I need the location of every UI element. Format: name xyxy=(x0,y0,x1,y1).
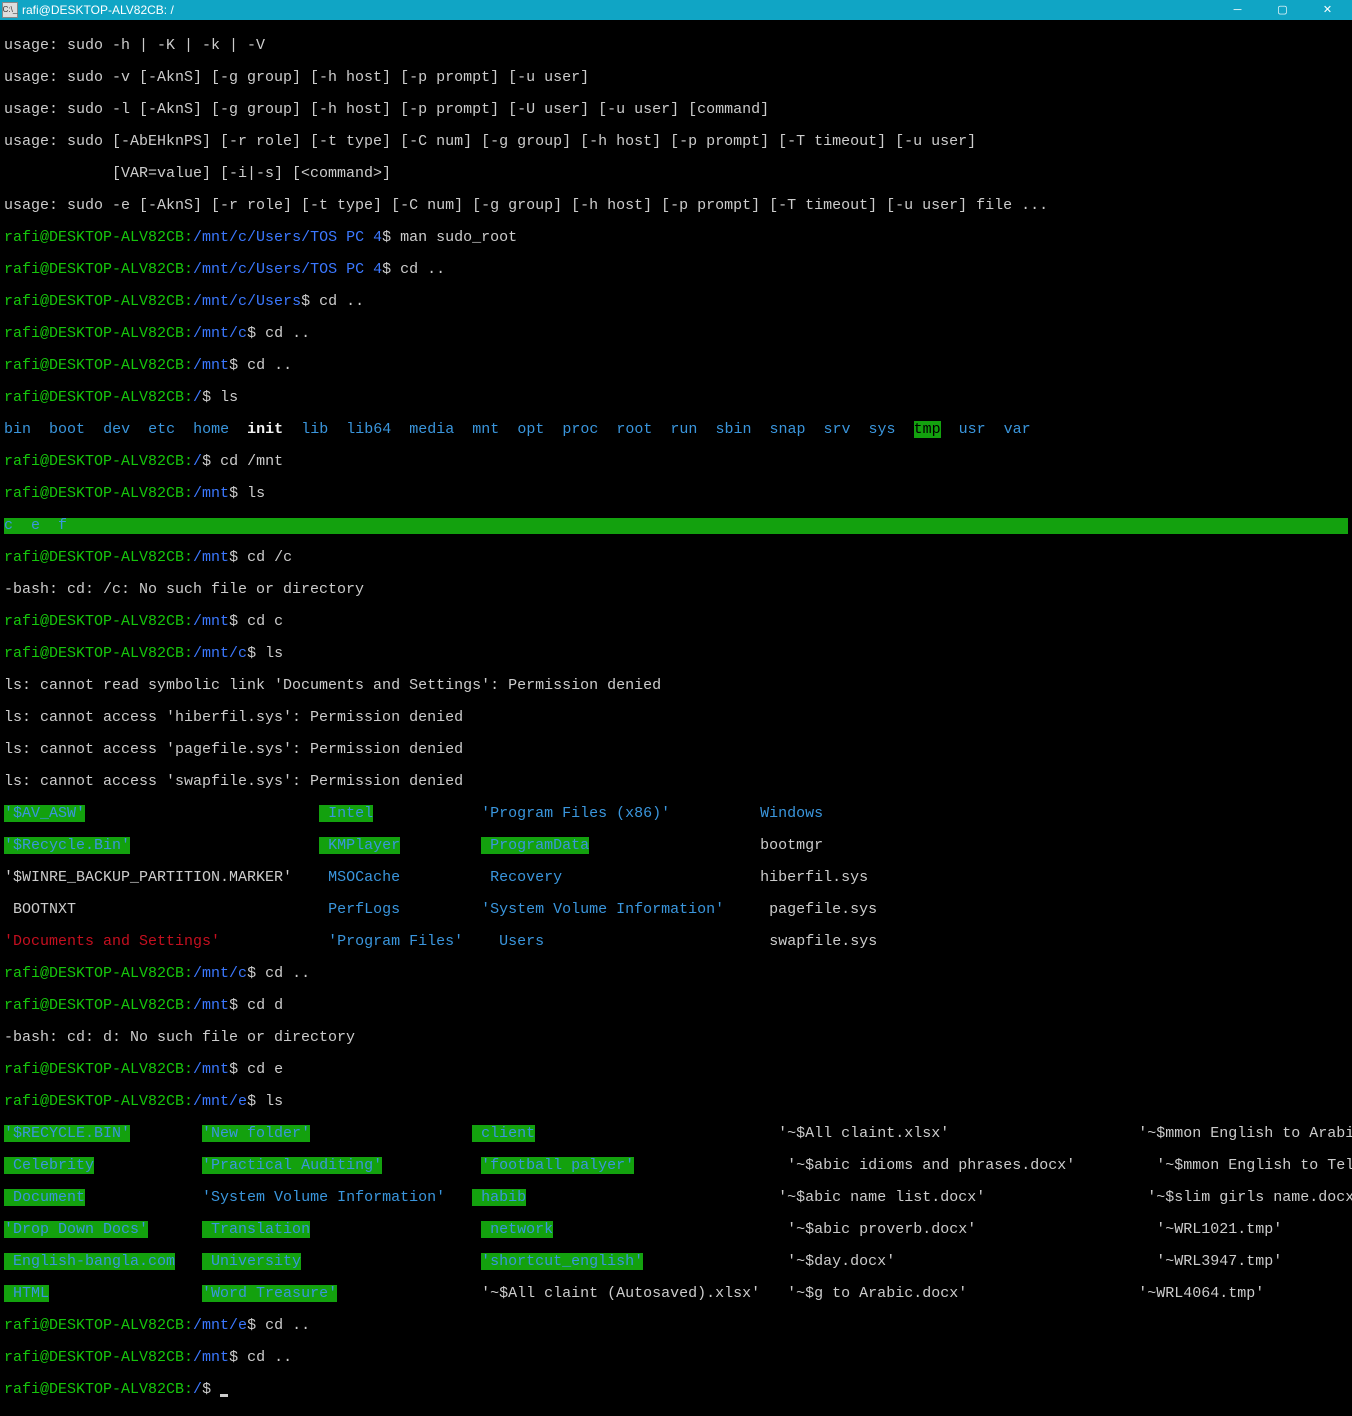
prompt-line: rafi@DESKTOP-ALV82CB:/mnt/c$ cd .. xyxy=(4,326,1348,342)
usage-line: usage: sudo -v [-AknS] [-g group] [-h ho… xyxy=(4,70,1348,86)
prompt-line: rafi@DESKTOP-ALV82CB:/mnt/e$ cd .. xyxy=(4,1318,1348,1334)
ls-row: Celebrity 'Practical Auditing' 'football… xyxy=(4,1158,1348,1174)
ls-row: '$RECYCLE.BIN' 'New folder' client '~$Al… xyxy=(4,1126,1348,1142)
cursor xyxy=(220,1394,228,1397)
window-controls: ─ ▢ ✕ xyxy=(1215,0,1350,20)
close-button[interactable]: ✕ xyxy=(1305,0,1350,20)
ls-row: BOOTNXT PerfLogs 'System Volume Informat… xyxy=(4,902,1348,918)
usage-line: usage: sudo -e [-AknS] [-r role] [-t typ… xyxy=(4,198,1348,214)
ls-row: Document 'System Volume Information' hab… xyxy=(4,1190,1348,1206)
prompt-line: rafi@DESKTOP-ALV82CB:/mnt$ cd /c xyxy=(4,550,1348,566)
prompt-line: rafi@DESKTOP-ALV82CB:/mnt/c/Users/TOS PC… xyxy=(4,230,1348,246)
prompt-line: rafi@DESKTOP-ALV82CB:/mnt/c$ cd .. xyxy=(4,966,1348,982)
prompt-line: rafi@DESKTOP-ALV82CB:/mnt$ cd .. xyxy=(4,358,1348,374)
window-title: rafi@DESKTOP-ALV82CB: / xyxy=(22,2,1215,18)
prompt-current[interactable]: rafi@DESKTOP-ALV82CB:/$ xyxy=(4,1382,1348,1398)
usage-line: usage: sudo -h | -K | -k | -V xyxy=(4,38,1348,54)
prompt-line: rafi@DESKTOP-ALV82CB:/$ cd /mnt xyxy=(4,454,1348,470)
ls-row: '$AV_ASW' Intel 'Program Files (x86)' Wi… xyxy=(4,806,1348,822)
usage-line: usage: sudo -l [-AknS] [-g group] [-h ho… xyxy=(4,102,1348,118)
prompt-line: rafi@DESKTOP-ALV82CB:/mnt$ cd e xyxy=(4,1062,1348,1078)
error-line: ls: cannot access 'swapfile.sys': Permis… xyxy=(4,774,1348,790)
prompt-line: rafi@DESKTOP-ALV82CB:/mnt$ cd d xyxy=(4,998,1348,1014)
prompt-line: rafi@DESKTOP-ALV82CB:/mnt/c$ ls xyxy=(4,646,1348,662)
terminal-output[interactable]: usage: sudo -h | -K | -k | -V usage: sud… xyxy=(0,20,1352,1416)
prompt-line: rafi@DESKTOP-ALV82CB:/$ ls xyxy=(4,390,1348,406)
prompt-line: rafi@DESKTOP-ALV82CB:/mnt/c/Users/TOS PC… xyxy=(4,262,1348,278)
error-line: ls: cannot access 'pagefile.sys': Permis… xyxy=(4,742,1348,758)
error-line: -bash: cd: /c: No such file or directory xyxy=(4,582,1348,598)
usage-line: [VAR=value] [-i|-s] [<command>] xyxy=(4,166,1348,182)
error-line: -bash: cd: d: No such file or directory xyxy=(4,1030,1348,1046)
prompt-line: rafi@DESKTOP-ALV82CB:/mnt/e$ ls xyxy=(4,1094,1348,1110)
prompt-line: rafi@DESKTOP-ALV82CB:/mnt$ ls xyxy=(4,486,1348,502)
prompt-line: rafi@DESKTOP-ALV82CB:/mnt$ cd c xyxy=(4,614,1348,630)
error-line: ls: cannot access 'hiberfil.sys': Permis… xyxy=(4,710,1348,726)
ls-output: c e f xyxy=(4,518,1348,534)
maximize-button[interactable]: ▢ xyxy=(1260,0,1305,20)
ls-row: English-bangla.com University 'shortcut_… xyxy=(4,1254,1348,1270)
titlebar[interactable]: C:\_ rafi@DESKTOP-ALV82CB: / ─ ▢ ✕ xyxy=(0,0,1352,20)
ls-row: '$WINRE_BACKUP_PARTITION.MARKER' MSOCach… xyxy=(4,870,1348,886)
prompt-line: rafi@DESKTOP-ALV82CB:/mnt$ cd .. xyxy=(4,1350,1348,1366)
terminal-icon: C:\_ xyxy=(2,2,18,18)
ls-row: HTML 'Word Treasure' '~$All claint (Auto… xyxy=(4,1286,1348,1302)
prompt-line: rafi@DESKTOP-ALV82CB:/mnt/c/Users$ cd .. xyxy=(4,294,1348,310)
ls-output: bin boot dev etc home init lib lib64 med… xyxy=(4,422,1348,438)
error-line: ls: cannot read symbolic link 'Documents… xyxy=(4,678,1348,694)
ls-row: '$Recycle.Bin' KMPlayer ProgramData boot… xyxy=(4,838,1348,854)
ls-row: 'Drop Down Docs' Translation network '~$… xyxy=(4,1222,1348,1238)
minimize-button[interactable]: ─ xyxy=(1215,0,1260,20)
usage-line: usage: sudo [-AbEHknPS] [-r role] [-t ty… xyxy=(4,134,1348,150)
ls-row: 'Documents and Settings' 'Program Files'… xyxy=(4,934,1348,950)
